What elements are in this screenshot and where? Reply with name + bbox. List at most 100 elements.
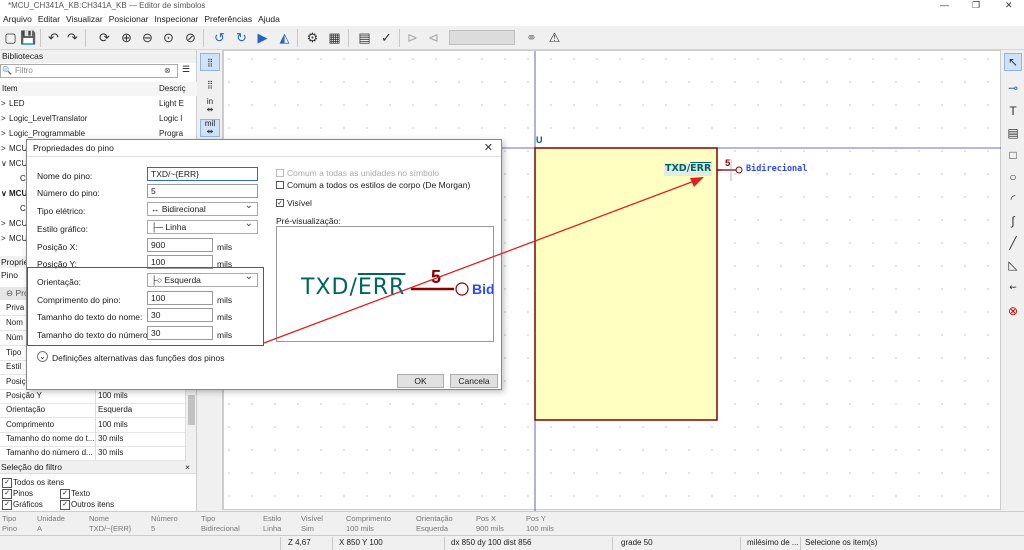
- dialog-close-button[interactable]: ✕: [484, 141, 493, 154]
- pin-name-label: Nome do pino:: [37, 171, 93, 181]
- ok-button[interactable]: OK: [397, 374, 444, 388]
- pos-x-input[interactable]: 900: [147, 238, 213, 252]
- close-button[interactable]: ✕: [1005, 0, 1013, 11]
- title-bar: *MCU_CH341A_KB:CH341A_KB — Editor de sím…: [0, 0, 1024, 13]
- select-tool-icon[interactable]: ↖: [1004, 53, 1022, 71]
- check-symbol-icon[interactable]: ✓: [378, 29, 395, 46]
- expand-alt-defs-icon[interactable]: ⌄: [37, 351, 48, 362]
- rotate-cw-icon[interactable]: ↻: [233, 29, 250, 46]
- mirror-h-icon[interactable]: ▶: [254, 29, 271, 46]
- preview-pin-name: TXD/ERR: [301, 275, 406, 300]
- filter-graphics-checkbox[interactable]: Gráficos: [2, 500, 43, 510]
- menu-place[interactable]: Posicionar: [106, 13, 152, 26]
- filter-text-checkbox[interactable]: Texto: [60, 489, 90, 499]
- add-circle-icon[interactable]: ○: [1004, 168, 1022, 186]
- cancel-button[interactable]: Cancela: [450, 374, 498, 388]
- unit-label: U: [536, 135, 543, 145]
- menu-inspect[interactable]: Inspecionar: [151, 13, 201, 26]
- pin-name-text[interactable]: TXD/ERR: [665, 163, 711, 174]
- main-toolbar: ▢ 💾 ↶ ↷ ⟳ ⊕ ⊖ ⊙ ⊘ ↺ ↻ ▶ ◭ ⚙ ▦ ▤ ✓ ⊳ ⊲ ⚭ …: [0, 26, 1024, 50]
- common-units-checkbox[interactable]: Comum a todas as unidades no símbolo: [276, 168, 439, 178]
- redo-icon[interactable]: ↷: [64, 29, 81, 46]
- clear-filter-icon[interactable]: ⊗: [164, 66, 171, 75]
- add-textbox-icon[interactable]: ▤: [1004, 124, 1022, 142]
- add-rectangle-icon[interactable]: □: [1004, 146, 1022, 164]
- alt-definitions-toggle[interactable]: Definições alternativas das funções dos …: [52, 353, 224, 363]
- graphic-style-select[interactable]: ├─ Linha: [147, 218, 258, 234]
- pin-type-text: Bidirecional: [746, 164, 808, 174]
- unit-selector[interactable]: [449, 30, 515, 45]
- visible-checkbox[interactable]: ✓ Visível: [276, 198, 312, 208]
- maximize-button[interactable]: ❐: [972, 0, 980, 11]
- pin-name-input[interactable]: TXD/~{ERR}: [147, 167, 258, 181]
- grid-overrides-icon[interactable]: ⣿: [200, 75, 220, 93]
- grid-toggle-icon[interactable]: ⣿: [200, 53, 220, 71]
- library-row[interactable]: > Logic_LevelTranslator Logic l: [0, 112, 197, 126]
- zoom-out-icon[interactable]: ⊖: [139, 29, 156, 46]
- menu-help[interactable]: Ajuda: [255, 13, 283, 26]
- symbol-body: [534, 147, 718, 421]
- add-pin-icon[interactable]: ⊸: [1004, 79, 1022, 97]
- pin-preview: TXD/ERR 5 Bid: [276, 226, 494, 342]
- property-row[interactable]: Tamanho do nome do t... 30 mils: [0, 432, 185, 447]
- undo-icon[interactable]: ↶: [45, 29, 62, 46]
- de-morgan-alternate-icon[interactable]: ⊲: [425, 29, 442, 46]
- menu-edit[interactable]: Editar: [35, 13, 63, 26]
- units-mils-button[interactable]: mil ⇹: [200, 119, 220, 137]
- status-cursor-xy: X 850 Y 100: [339, 538, 383, 547]
- menu-file[interactable]: Arquivo: [0, 13, 35, 26]
- filter-settings-icon[interactable]: ☰: [182, 64, 190, 75]
- add-text-icon[interactable]: T: [1004, 102, 1022, 120]
- pin-sync-icon[interactable]: ⚭: [523, 29, 540, 46]
- add-bezier-icon[interactable]: ∫: [1004, 212, 1022, 230]
- rotate-ccw-icon[interactable]: ↺: [211, 29, 228, 46]
- common-styles-checkbox[interactable]: Comum a todos os estilos de corpo (De Mo…: [276, 180, 470, 190]
- status-units: milésimo de ...: [747, 538, 799, 547]
- property-row[interactable]: Orientação Esquerda: [0, 403, 185, 418]
- zoom-selection-icon[interactable]: ⊘: [182, 29, 199, 46]
- library-filter-input[interactable]: 🔍 Filtro ⊗: [0, 64, 178, 78]
- pos-x-label: Posição X:: [37, 242, 78, 252]
- message-panel: Tipo Pino Unidade A Nome TXD/~{ERR} Número 5…: [0, 511, 1024, 535]
- anchor-icon[interactable]: ⇜: [1004, 278, 1022, 296]
- library-row[interactable]: > LED Light E: [0, 97, 197, 111]
- status-grid: grade 50: [621, 538, 653, 547]
- datasheet-icon[interactable]: ▤: [356, 29, 373, 46]
- pin-table-icon[interactable]: ▦: [326, 29, 343, 46]
- filter-other-checkbox[interactable]: Outros itens: [60, 500, 114, 510]
- dialog-title: Propriedades do pino: [33, 143, 114, 153]
- preview-label: Pré-visualização:: [276, 216, 341, 226]
- annotation-highlight-box: [27, 267, 264, 346]
- filter-pins-checkbox[interactable]: Pinos: [2, 489, 33, 499]
- close-filter-panel-icon[interactable]: ×: [185, 461, 190, 474]
- symbol-properties-icon[interactable]: ⚙: [304, 29, 321, 46]
- mirror-v-icon[interactable]: ◭: [276, 29, 293, 46]
- refresh-icon[interactable]: ⟳: [96, 29, 113, 46]
- units-inches-button[interactable]: in ⇹: [200, 97, 220, 115]
- new-symbol-icon[interactable]: ▢: [2, 29, 19, 46]
- properties-subtitle: Pino: [1, 270, 19, 280]
- right-toolbar: ↖ ⊸ T ▤ □ ○ ◜ ∫ ╱ ◺ ⇜ ⊗: [1001, 50, 1024, 510]
- save-icon[interactable]: 💾: [20, 29, 37, 46]
- menu-preferences[interactable]: Preferências: [201, 13, 255, 26]
- pin-number-label: Número do pino:: [37, 188, 100, 198]
- add-arc-icon[interactable]: ◜: [1004, 190, 1022, 208]
- property-row[interactable]: Posição Y 100 mils: [0, 389, 185, 404]
- electrical-type-select[interactable]: ↔ Bidirecional: [147, 200, 258, 216]
- property-row[interactable]: Tamanho do número d... 30 mils: [0, 446, 185, 461]
- add-polygon-icon[interactable]: ◺: [1004, 256, 1022, 274]
- status-delta: dx 850 dy 100 dist 856: [451, 538, 532, 547]
- zoom-fit-icon[interactable]: ⊙: [160, 29, 177, 46]
- search-icon: 🔍: [2, 66, 12, 75]
- pin-number-input[interactable]: 5: [147, 184, 258, 198]
- de-morgan-standard-icon[interactable]: ⊳: [404, 29, 421, 46]
- zoom-in-icon[interactable]: ⊕: [118, 29, 135, 46]
- filter-all-items-checkbox[interactable]: Todos os itens: [2, 478, 64, 488]
- property-row[interactable]: Comprimento 100 mils: [0, 418, 185, 433]
- pin-check-icon[interactable]: ⚠: [546, 29, 563, 46]
- status-zoom: Z 4,67: [288, 538, 311, 547]
- menu-view[interactable]: Visualizar: [63, 13, 106, 26]
- add-line-icon[interactable]: ╱: [1004, 234, 1022, 252]
- delete-tool-icon[interactable]: ⊗: [1004, 302, 1022, 320]
- minimize-button[interactable]: —: [940, 0, 949, 10]
